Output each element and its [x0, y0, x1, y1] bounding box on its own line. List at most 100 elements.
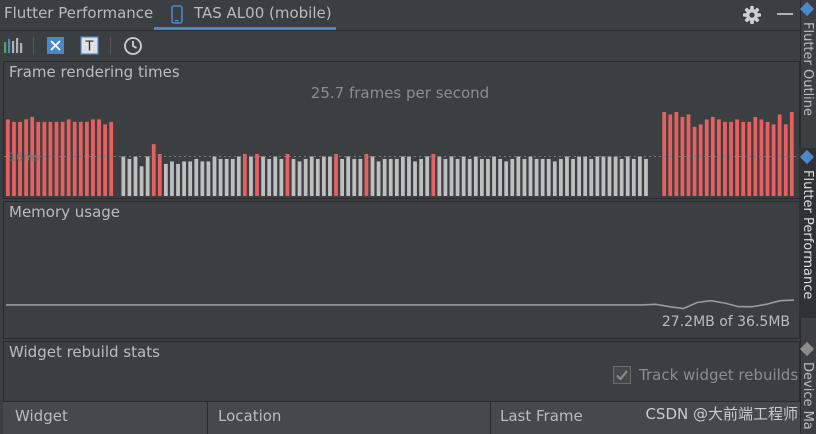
slow-frame-bar — [662, 112, 667, 196]
frame-bar — [309, 156, 314, 196]
frame-rendering-chart: 25.7 frames per second 16ms — [4, 84, 799, 196]
bar-chart-icon[interactable] — [2, 34, 24, 56]
column-separator[interactable] — [490, 402, 491, 434]
slow-frame-bar — [103, 124, 107, 196]
frame-bar — [571, 158, 575, 196]
tool-window-title: Flutter Performance — [4, 4, 154, 22]
slow-frame-bar — [668, 114, 673, 196]
frame-bar — [358, 158, 363, 196]
slow-frame-bar — [723, 121, 727, 196]
frame-bar — [540, 158, 545, 196]
slow-frame-bar — [741, 121, 746, 196]
threshold-label: 16ms — [9, 150, 40, 163]
slow-frame-bar — [72, 121, 77, 196]
memory-usage-panel: Memory usage 27.2MB of 36.5MB — [3, 201, 800, 339]
frame-bar — [413, 161, 417, 196]
text-baseline-icon[interactable]: T — [79, 34, 101, 56]
frame-bar — [279, 158, 284, 196]
frame-bar — [145, 156, 150, 196]
column-header-location[interactable]: Location — [218, 407, 281, 425]
frame-bar — [261, 156, 265, 196]
slow-frame-bar — [729, 121, 733, 196]
column-header-widget[interactable]: Widget — [15, 407, 68, 425]
frame-bar — [461, 156, 466, 196]
slow-frame-bar — [771, 124, 776, 196]
frame-bar — [419, 158, 423, 196]
frame-bar — [394, 158, 399, 196]
frame-bar — [200, 161, 205, 196]
flutter-performance-icon — [799, 149, 815, 165]
frame-bar — [589, 158, 594, 196]
flutter-outline-icon — [799, 1, 815, 17]
frame-panel-title: Frame rendering times — [9, 63, 180, 81]
frame-bar — [322, 156, 326, 196]
frame-bar — [370, 156, 375, 196]
frame-bar — [218, 158, 223, 196]
frame-bar — [449, 156, 454, 196]
sidebar-tab-label: Device Ma — [800, 362, 815, 430]
slow-frame-bar — [54, 121, 59, 196]
slow-frame-bar — [686, 114, 691, 196]
right-tool-window-bar: Flutter Outline Flutter Performance Devi… — [799, 0, 816, 433]
toolbar-separator — [33, 37, 34, 55]
frame-bar — [480, 158, 484, 196]
frame-bar — [577, 156, 581, 196]
sidebar-tab-label: Flutter Outline — [800, 22, 815, 117]
slow-frame-bar — [777, 114, 782, 196]
column-separator[interactable] — [207, 402, 208, 434]
sidebar-tab-flutter-outline[interactable]: Flutter Outline — [799, 0, 816, 140]
frame-bar — [534, 158, 539, 196]
frame-bar — [291, 158, 296, 196]
frame-bar — [498, 158, 502, 196]
frame-bar — [595, 156, 600, 196]
text-baseline-glyph: T — [85, 40, 94, 55]
slow-frame-bar — [255, 154, 259, 196]
slow-frame-bar — [334, 154, 338, 196]
frame-bar — [516, 156, 521, 196]
checkmark-icon — [616, 370, 628, 381]
sidebar-tab-flutter-performance[interactable]: Flutter Performance — [799, 148, 816, 318]
debug-paint-icon[interactable] — [45, 34, 67, 56]
frame-bar — [644, 158, 648, 196]
frame-bar — [273, 156, 278, 196]
frame-bar — [443, 158, 448, 196]
frame-bar — [315, 158, 320, 196]
slow-frame-bar — [789, 112, 794, 196]
slow-frame-bar — [747, 121, 752, 196]
frame-bar — [625, 156, 630, 196]
slow-frame-bar — [765, 121, 770, 196]
column-header-last-frame[interactable]: Last Frame — [500, 407, 583, 425]
frame-bar — [504, 161, 509, 196]
track-rebuilds-checkbox[interactable] — [613, 366, 631, 384]
device-tab[interactable]: TAS AL00 (mobile) — [154, 0, 336, 30]
slow-frame-bar — [151, 144, 156, 196]
slow-frame-bar — [680, 116, 685, 196]
clock-icon[interactable] — [122, 34, 144, 56]
memory-summary: 27.2MB of 36.5MB — [661, 314, 790, 330]
frame-bar — [352, 158, 357, 196]
device-tab-label: TAS AL00 (mobile) — [194, 4, 332, 22]
slow-frame-bar — [783, 124, 788, 196]
frame-bar — [127, 158, 132, 196]
performance-toolbar: T — [0, 31, 800, 60]
frame-bar — [212, 156, 217, 196]
frame-bar — [619, 158, 624, 196]
sidebar-tab-device-manager[interactable]: Device Ma — [799, 340, 816, 433]
frame-bar — [492, 156, 496, 196]
slow-frame-bar — [157, 154, 162, 196]
phone-icon — [171, 5, 183, 24]
memory-line — [6, 299, 795, 310]
frame-bar — [565, 156, 569, 196]
toolbar-separator — [110, 37, 111, 55]
gear-icon[interactable] — [741, 4, 763, 26]
frame-bar — [303, 158, 308, 196]
sidebar-tab-label: Flutter Performance — [800, 170, 815, 300]
frame-bar — [121, 156, 126, 196]
frame-bar — [613, 156, 618, 196]
slow-frame-bar — [48, 121, 53, 196]
minimize-button[interactable] — [777, 13, 793, 15]
frame-bar — [546, 158, 551, 196]
slow-frame-bar — [243, 154, 247, 196]
frame-bar — [376, 161, 381, 196]
frame-bar — [601, 156, 606, 196]
